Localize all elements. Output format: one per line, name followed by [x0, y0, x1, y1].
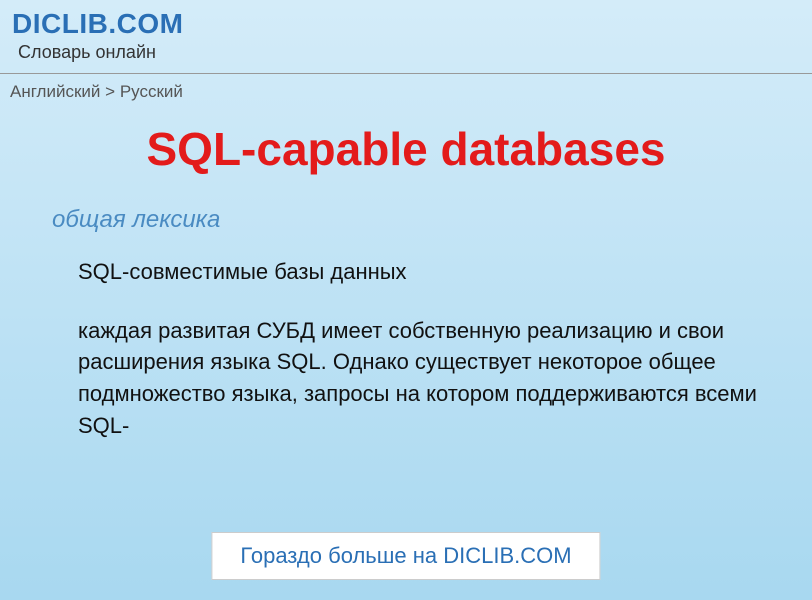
site-header: DICLIB.COM Словарь онлайн [0, 0, 812, 67]
header-divider [0, 73, 812, 74]
more-link[interactable]: Гораздо больше на DICLIB.COM [211, 532, 600, 580]
site-subtitle: Словарь онлайн [18, 42, 800, 63]
breadcrumb-to[interactable]: Русский [120, 82, 183, 101]
breadcrumb-separator: > [105, 82, 115, 101]
entry-description: каждая развитая СУБД имеет собственную р… [78, 315, 772, 443]
breadcrumb: Английский > Русский [0, 82, 812, 110]
breadcrumb-from[interactable]: Английский [10, 82, 100, 101]
entry-definition: SQL-совместимые базы данных [78, 258, 812, 287]
entry-category: общая лексика [52, 206, 812, 234]
site-title[interactable]: DICLIB.COM [12, 8, 800, 40]
entry-title: SQL-capable databases [0, 122, 812, 176]
